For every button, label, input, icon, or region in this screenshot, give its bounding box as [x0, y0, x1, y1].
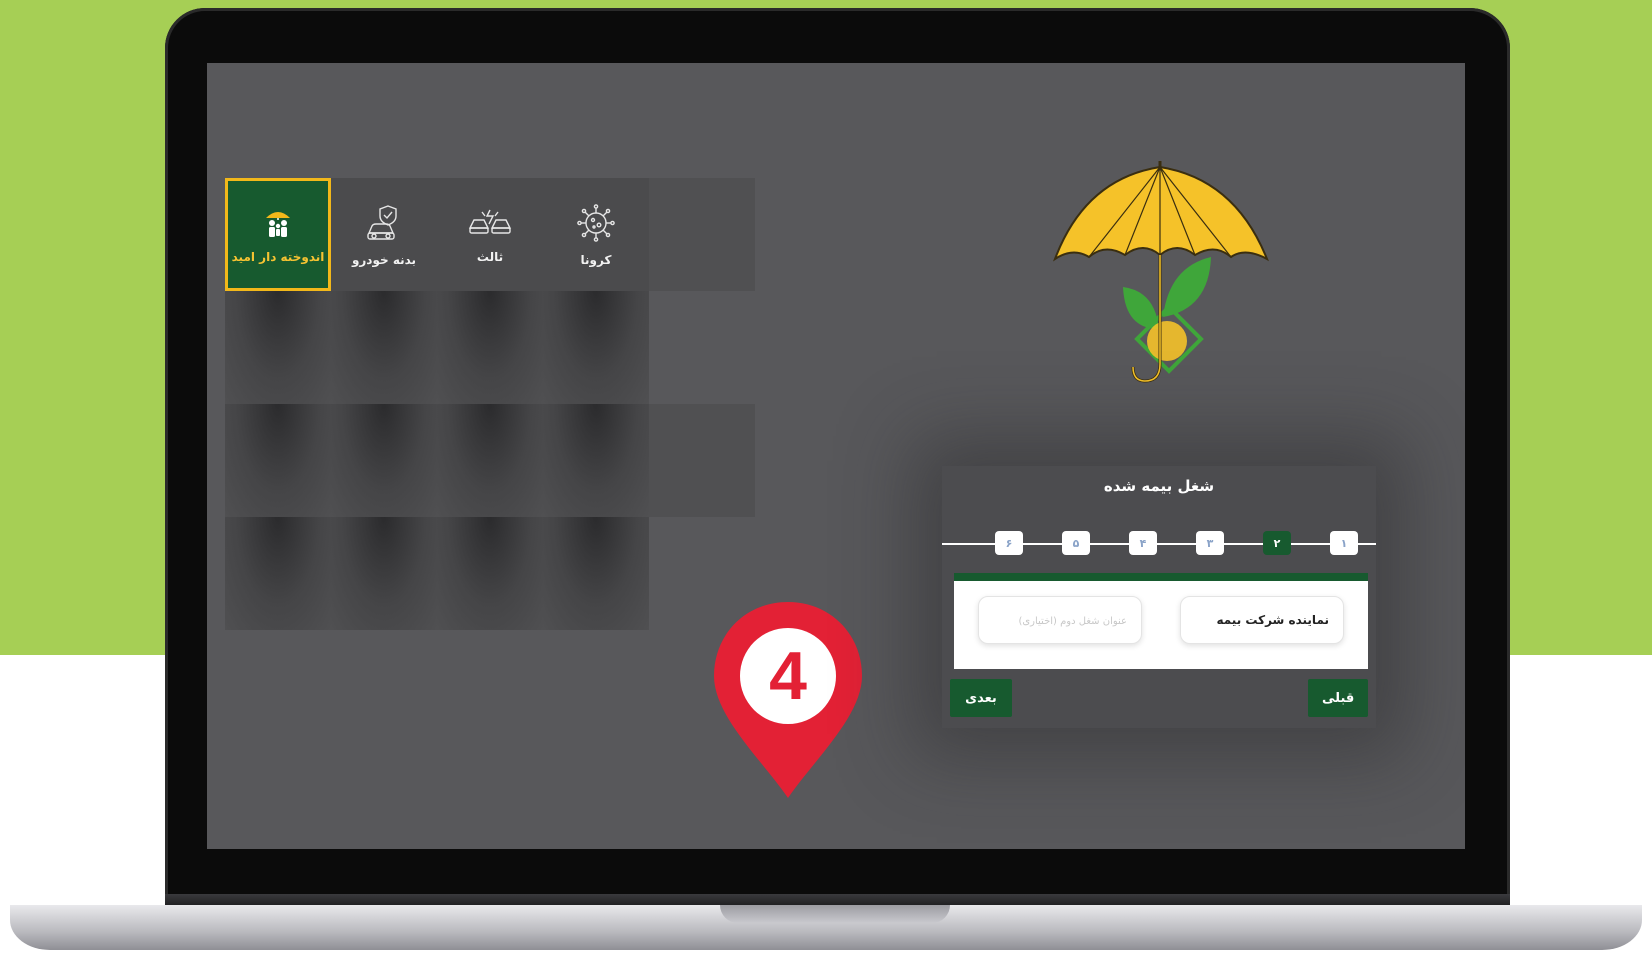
- empty-tile: [331, 404, 437, 517]
- next-button[interactable]: بعدی: [950, 679, 1012, 717]
- pin-number: 4: [769, 638, 807, 714]
- empty-tile: [649, 404, 755, 517]
- laptop-screen: اندوخته دار امید بدنه خودرو ثالث کرونا 4…: [207, 63, 1465, 849]
- empty-tile: [225, 291, 331, 404]
- service-label: بدنه خودرو: [351, 252, 417, 267]
- empty-tile: [649, 291, 755, 404]
- service-tile-omid[interactable]: اندوخته دار امید: [225, 178, 331, 291]
- form-wizard-panel: شغل بیمه شده ۱ ۲ ۳ ۴ ۵ ۶ بعدی قبلی: [942, 466, 1376, 728]
- empty-tile: [543, 404, 649, 517]
- second-occupation-input[interactable]: [978, 596, 1142, 644]
- service-label: کرونا: [580, 252, 612, 267]
- empty-tile: [225, 517, 331, 630]
- step-6[interactable]: ۶: [995, 531, 1023, 555]
- form-body: [954, 581, 1368, 669]
- family-umbrella-icon: [261, 206, 295, 240]
- step-2-active[interactable]: ۲: [1263, 531, 1291, 555]
- empty-tile: [437, 291, 543, 404]
- step-5[interactable]: ۵: [1062, 531, 1090, 555]
- service-label: اندوخته دار امید: [231, 249, 325, 264]
- empty-tile: [437, 517, 543, 630]
- empty-tile: [649, 178, 755, 291]
- empty-tile: [225, 404, 331, 517]
- service-tile-car-body[interactable]: بدنه خودرو: [331, 178, 437, 291]
- service-label: ثالث: [476, 249, 504, 264]
- step-3[interactable]: ۳: [1196, 531, 1224, 555]
- step-pin-badge: 4: [712, 600, 864, 804]
- empty-tile: [543, 517, 649, 630]
- occupation-input[interactable]: [1180, 596, 1344, 644]
- empty-tile: [437, 404, 543, 517]
- car-shield-icon: [364, 203, 404, 243]
- step-4[interactable]: ۴: [1129, 531, 1157, 555]
- form-header-bar: [954, 573, 1368, 581]
- car-crash-icon: [468, 206, 512, 240]
- step-1[interactable]: ۱: [1330, 531, 1358, 555]
- service-tile-corona[interactable]: کرونا: [543, 178, 649, 291]
- service-tile-third-party[interactable]: ثالث: [437, 178, 543, 291]
- service-grid: اندوخته دار امید بدنه خودرو ثالث کرونا: [225, 178, 755, 630]
- empty-tile: [331, 291, 437, 404]
- empty-tile: [331, 517, 437, 630]
- previous-button[interactable]: قبلی: [1308, 679, 1368, 717]
- laptop-notch: [720, 905, 950, 923]
- empty-tile: [543, 291, 649, 404]
- virus-icon: [576, 203, 616, 243]
- umbrella-logo-icon: [1045, 159, 1285, 403]
- form-title: شغل بیمه شده: [1103, 477, 1215, 495]
